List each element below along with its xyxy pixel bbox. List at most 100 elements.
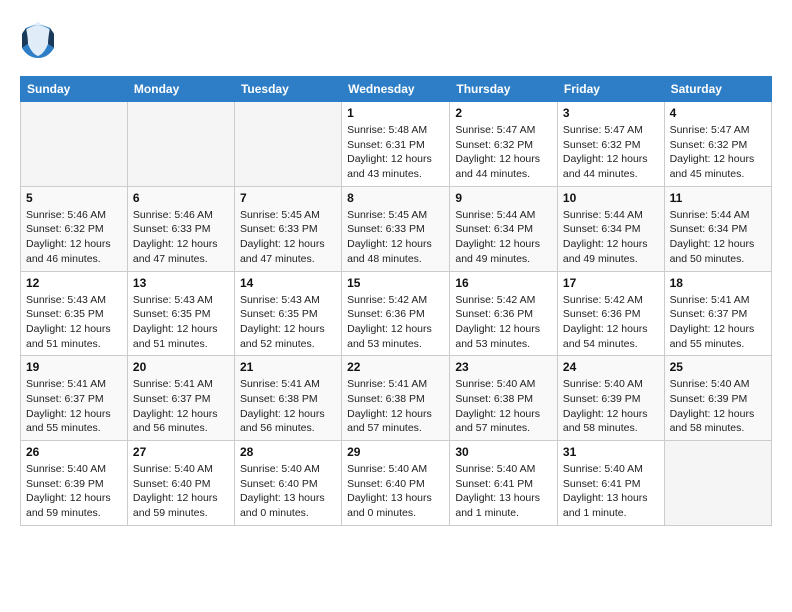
day-number: 19 (26, 360, 122, 374)
day-info: Sunrise: 5:42 AM Sunset: 6:36 PM Dayligh… (455, 293, 552, 352)
day-number: 13 (133, 276, 229, 290)
day-info: Sunrise: 5:44 AM Sunset: 6:34 PM Dayligh… (670, 208, 766, 267)
day-number: 26 (26, 445, 122, 459)
day-info: Sunrise: 5:48 AM Sunset: 6:31 PM Dayligh… (347, 123, 444, 182)
day-number: 30 (455, 445, 552, 459)
calendar-cell (664, 441, 771, 526)
calendar-cell: 12 Sunrise: 5:43 AM Sunset: 6:35 PM Dayli… (21, 271, 128, 356)
calendar-cell: 18 Sunrise: 5:41 AM Sunset: 6:37 PM Dayli… (664, 271, 771, 356)
logo-icon (20, 20, 56, 60)
day-info: Sunrise: 5:41 AM Sunset: 6:37 PM Dayligh… (670, 293, 766, 352)
day-number: 11 (670, 191, 766, 205)
calendar-cell: 20 Sunrise: 5:41 AM Sunset: 6:37 PM Dayli… (127, 356, 234, 441)
calendar-cell: 11 Sunrise: 5:44 AM Sunset: 6:34 PM Dayli… (664, 186, 771, 271)
calendar-cell: 1 Sunrise: 5:48 AM Sunset: 6:31 PM Daylig… (342, 102, 450, 187)
calendar-cell (234, 102, 341, 187)
day-info: Sunrise: 5:47 AM Sunset: 6:32 PM Dayligh… (455, 123, 552, 182)
day-info: Sunrise: 5:44 AM Sunset: 6:34 PM Dayligh… (563, 208, 659, 267)
calendar-cell: 5Sunrise: 5:46 AM Sunset: 6:32 PM Daylig… (21, 186, 128, 271)
calendar-cell: 16Sunrise: 5:42 AM Sunset: 6:36 PM Dayli… (450, 271, 558, 356)
day-number: 4 (670, 106, 766, 120)
calendar-cell: 8 Sunrise: 5:45 AM Sunset: 6:33 PM Daylig… (342, 186, 450, 271)
calendar-cell: 27Sunrise: 5:40 AM Sunset: 6:40 PM Dayli… (127, 441, 234, 526)
day-number: 6 (133, 191, 229, 205)
weekday-header-row: SundayMondayTuesdayWednesdayThursdayFrid… (21, 77, 772, 102)
calendar-week-row: 12 Sunrise: 5:43 AM Sunset: 6:35 PM Dayli… (21, 271, 772, 356)
calendar-cell: 24 Sunrise: 5:40 AM Sunset: 6:39 PM Dayli… (557, 356, 664, 441)
day-info: Sunrise: 5:40 AM Sunset: 6:40 PM Dayligh… (133, 462, 229, 521)
calendar-cell: 9 Sunrise: 5:44 AM Sunset: 6:34 PM Daylig… (450, 186, 558, 271)
day-number: 15 (347, 276, 444, 290)
calendar-cell (21, 102, 128, 187)
calendar-cell: 3 Sunrise: 5:47 AM Sunset: 6:32 PM Daylig… (557, 102, 664, 187)
day-info: Sunrise: 5:40 AM Sunset: 6:41 PM Dayligh… (563, 462, 659, 521)
calendar-body: 1 Sunrise: 5:48 AM Sunset: 6:31 PM Daylig… (21, 102, 772, 526)
calendar-cell: 26Sunrise: 5:40 AM Sunset: 6:39 PM Dayli… (21, 441, 128, 526)
calendar-table: SundayMondayTuesdayWednesdayThursdayFrid… (20, 76, 772, 526)
day-info: Sunrise: 5:40 AM Sunset: 6:40 PM Dayligh… (240, 462, 336, 521)
day-info: Sunrise: 5:41 AM Sunset: 6:38 PM Dayligh… (240, 377, 336, 436)
day-info: Sunrise: 5:41 AM Sunset: 6:38 PM Dayligh… (347, 377, 444, 436)
calendar-cell: 29 Sunrise: 5:40 AM Sunset: 6:40 PM Dayli… (342, 441, 450, 526)
day-number: 18 (670, 276, 766, 290)
weekday-header-wednesday: Wednesday (342, 77, 450, 102)
day-number: 20 (133, 360, 229, 374)
calendar-cell: 19Sunrise: 5:41 AM Sunset: 6:37 PM Dayli… (21, 356, 128, 441)
day-number: 28 (240, 445, 336, 459)
day-number: 1 (347, 106, 444, 120)
day-number: 21 (240, 360, 336, 374)
calendar-cell: 4 Sunrise: 5:47 AM Sunset: 6:32 PM Daylig… (664, 102, 771, 187)
calendar-cell: 14Sunrise: 5:43 AM Sunset: 6:35 PM Dayli… (234, 271, 341, 356)
calendar-week-row: 1 Sunrise: 5:48 AM Sunset: 6:31 PM Daylig… (21, 102, 772, 187)
day-number: 8 (347, 191, 444, 205)
weekday-header-tuesday: Tuesday (234, 77, 341, 102)
day-number: 31 (563, 445, 659, 459)
calendar-header: SundayMondayTuesdayWednesdayThursdayFrid… (21, 77, 772, 102)
page-header (20, 20, 772, 60)
day-info: Sunrise: 5:40 AM Sunset: 6:41 PM Dayligh… (455, 462, 552, 521)
day-info: Sunrise: 5:45 AM Sunset: 6:33 PM Dayligh… (240, 208, 336, 267)
day-number: 25 (670, 360, 766, 374)
day-number: 24 (563, 360, 659, 374)
calendar-cell: 22 Sunrise: 5:41 AM Sunset: 6:38 PM Dayli… (342, 356, 450, 441)
day-number: 3 (563, 106, 659, 120)
calendar-cell: 23 Sunrise: 5:40 AM Sunset: 6:38 PM Dayli… (450, 356, 558, 441)
day-number: 14 (240, 276, 336, 290)
day-number: 9 (455, 191, 552, 205)
day-number: 2 (455, 106, 552, 120)
day-info: Sunrise: 5:45 AM Sunset: 6:33 PM Dayligh… (347, 208, 444, 267)
day-number: 23 (455, 360, 552, 374)
day-info: Sunrise: 5:42 AM Sunset: 6:36 PM Dayligh… (563, 293, 659, 352)
logo (20, 20, 60, 60)
calendar-cell: 7 Sunrise: 5:45 AM Sunset: 6:33 PM Daylig… (234, 186, 341, 271)
weekday-header-sunday: Sunday (21, 77, 128, 102)
calendar-cell: 30 Sunrise: 5:40 AM Sunset: 6:41 PM Dayli… (450, 441, 558, 526)
calendar-cell: 28 Sunrise: 5:40 AM Sunset: 6:40 PM Dayli… (234, 441, 341, 526)
day-number: 7 (240, 191, 336, 205)
day-info: Sunrise: 5:40 AM Sunset: 6:39 PM Dayligh… (670, 377, 766, 436)
calendar-cell: 25 Sunrise: 5:40 AM Sunset: 6:39 PM Dayli… (664, 356, 771, 441)
day-info: Sunrise: 5:47 AM Sunset: 6:32 PM Dayligh… (670, 123, 766, 182)
calendar-week-row: 26Sunrise: 5:40 AM Sunset: 6:39 PM Dayli… (21, 441, 772, 526)
calendar-cell: 2 Sunrise: 5:47 AM Sunset: 6:32 PM Daylig… (450, 102, 558, 187)
day-info: Sunrise: 5:43 AM Sunset: 6:35 PM Dayligh… (26, 293, 122, 352)
calendar-cell: 13 Sunrise: 5:43 AM Sunset: 6:35 PM Dayli… (127, 271, 234, 356)
day-info: Sunrise: 5:47 AM Sunset: 6:32 PM Dayligh… (563, 123, 659, 182)
weekday-header-monday: Monday (127, 77, 234, 102)
day-number: 12 (26, 276, 122, 290)
calendar-cell: 6Sunrise: 5:46 AM Sunset: 6:33 PM Daylig… (127, 186, 234, 271)
calendar-cell: 31 Sunrise: 5:40 AM Sunset: 6:41 PM Dayli… (557, 441, 664, 526)
day-info: Sunrise: 5:43 AM Sunset: 6:35 PM Dayligh… (133, 293, 229, 352)
calendar-cell: 21 Sunrise: 5:41 AM Sunset: 6:38 PM Dayli… (234, 356, 341, 441)
day-info: Sunrise: 5:44 AM Sunset: 6:34 PM Dayligh… (455, 208, 552, 267)
calendar-cell (127, 102, 234, 187)
day-info: Sunrise: 5:40 AM Sunset: 6:39 PM Dayligh… (563, 377, 659, 436)
day-number: 22 (347, 360, 444, 374)
day-info: Sunrise: 5:40 AM Sunset: 6:38 PM Dayligh… (455, 377, 552, 436)
weekday-header-friday: Friday (557, 77, 664, 102)
day-info: Sunrise: 5:40 AM Sunset: 6:40 PM Dayligh… (347, 462, 444, 521)
day-number: 5 (26, 191, 122, 205)
calendar-week-row: 5Sunrise: 5:46 AM Sunset: 6:32 PM Daylig… (21, 186, 772, 271)
day-number: 29 (347, 445, 444, 459)
day-info: Sunrise: 5:41 AM Sunset: 6:37 PM Dayligh… (133, 377, 229, 436)
